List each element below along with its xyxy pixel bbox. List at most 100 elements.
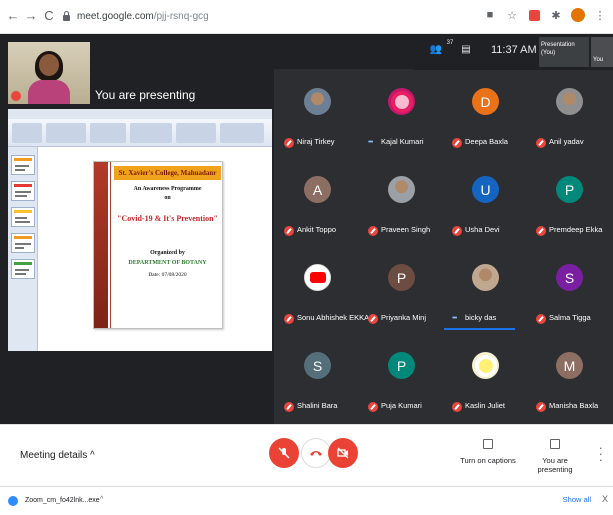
download-item[interactable]: Zoom_cm_fo42lnk...exe bbox=[25, 497, 100, 504]
mic-off-icon bbox=[368, 402, 378, 412]
url-path: /pjj-rsnq-gcg bbox=[153, 10, 209, 22]
participant-name: Deepa Baxla bbox=[465, 137, 508, 146]
participant-tile[interactable]: ••• bicky das bbox=[444, 246, 528, 334]
mic-off-icon bbox=[536, 226, 546, 236]
participant-photo bbox=[556, 88, 583, 115]
slide-organized: Organized by bbox=[150, 250, 185, 256]
captions-button[interactable]: Turn on captions bbox=[458, 439, 518, 465]
participant-tile[interactable]: Anil yadav bbox=[528, 70, 612, 158]
participant-avatar: D bbox=[472, 88, 499, 115]
slide-thumbnail[interactable] bbox=[11, 155, 35, 175]
participant-tile[interactable]: Praveen Singh bbox=[360, 158, 444, 246]
forward-button[interactable]: → bbox=[24, 8, 38, 24]
camera-icon[interactable]: ■ bbox=[483, 8, 497, 22]
participant-tile[interactable]: S Salma Tigga bbox=[528, 246, 612, 334]
lock-icon bbox=[62, 11, 71, 21]
chevron-up-icon[interactable]: ^ bbox=[100, 496, 103, 503]
puzzle-icon[interactable]: ✱ bbox=[549, 8, 563, 22]
download-shelf: Zoom_cm_fo42lnk...exe ^ Show all X bbox=[0, 486, 613, 515]
participant-avatar bbox=[304, 264, 331, 291]
participant-name: Salma Tigga bbox=[549, 313, 591, 322]
more-options-icon[interactable]: · · · bbox=[599, 441, 603, 466]
chat-icon[interactable]: ▤ bbox=[459, 44, 473, 58]
chevron-up-icon: ^ bbox=[90, 450, 95, 461]
youtube-logo-icon bbox=[309, 272, 326, 283]
captions-icon bbox=[483, 439, 493, 449]
participant-tile[interactable]: M Manisha Baxla bbox=[528, 334, 612, 422]
participant-avatar: P bbox=[388, 264, 415, 291]
profile-avatar[interactable] bbox=[571, 8, 585, 22]
reload-button[interactable]: C bbox=[42, 8, 56, 24]
mic-off-icon bbox=[284, 138, 294, 148]
participant-tile[interactable]: P Puja Kumari bbox=[360, 334, 444, 422]
participant-tile[interactable]: D Deepa Baxla bbox=[444, 70, 528, 158]
address-bar[interactable]: meet.google.com/pjj-rsnq-gcg bbox=[62, 6, 502, 26]
leave-call-button[interactable] bbox=[301, 438, 331, 468]
url-host: meet.google.com bbox=[77, 10, 154, 22]
mic-off-icon bbox=[536, 402, 546, 412]
participant-name: Kaslin Juliet bbox=[465, 401, 506, 410]
participant-photo bbox=[472, 264, 499, 291]
mic-off-icon bbox=[284, 402, 294, 412]
participant-name: Anil yadav bbox=[549, 137, 584, 146]
participant-count: 37 bbox=[446, 40, 454, 46]
meeting-stage: You are presenting St. Xavier's College,… bbox=[0, 34, 613, 424]
meeting-details-button[interactable]: Meeting details ^ bbox=[20, 450, 95, 461]
present-button[interactable]: You are presenting bbox=[525, 439, 585, 474]
participant-name: Usha Devi bbox=[465, 225, 500, 234]
slide-thumbnail[interactable] bbox=[11, 259, 35, 279]
self-thumbnail[interactable]: You bbox=[591, 37, 613, 67]
self-video-tile bbox=[8, 42, 90, 104]
camera-toggle-button[interactable] bbox=[328, 438, 358, 468]
slide-thumbnail[interactable] bbox=[11, 181, 35, 201]
close-shelf-button[interactable]: X bbox=[602, 494, 608, 504]
slide-thumbnail[interactable] bbox=[11, 207, 35, 227]
participant-tile[interactable]: A Ankit Toppo bbox=[276, 158, 360, 246]
participant-avatar: S bbox=[304, 352, 331, 379]
participant-tile[interactable]: Kaslin Juliet bbox=[444, 334, 528, 422]
browser-action-icons: ■ ☆ ✱ ⋮ bbox=[483, 8, 607, 22]
participant-tile[interactable]: U Usha Devi bbox=[444, 158, 528, 246]
mic-off-icon bbox=[452, 226, 462, 236]
participant-tile[interactable]: P Priyanka Minj bbox=[360, 246, 444, 334]
presentation-tile[interactable]: Presentation (You) bbox=[539, 37, 589, 67]
extension-icon[interactable] bbox=[527, 8, 541, 22]
participant-tile[interactable]: ••• Kajal Kumari bbox=[360, 70, 444, 158]
participant-name: Premdeep Ekka bbox=[549, 225, 603, 234]
participant-tile[interactable]: P Premdeep Ekka bbox=[528, 158, 612, 246]
participant-tile[interactable]: Niraj Tirkey bbox=[276, 70, 360, 158]
slide-line2: on bbox=[164, 195, 171, 201]
mic-toggle-button[interactable] bbox=[269, 438, 299, 468]
participant-name: Puja Kumari bbox=[381, 401, 422, 410]
participant-name: Manisha Baxla bbox=[549, 401, 599, 410]
camera-off-icon bbox=[337, 447, 349, 459]
mic-off-icon bbox=[368, 314, 378, 324]
participant-name: Ankit Toppo bbox=[297, 225, 337, 234]
presenting-status: You are presenting bbox=[95, 88, 196, 102]
self-thumbnail-label: You bbox=[593, 57, 604, 63]
slide-college: St. Xavier's College, Mahuadanr bbox=[114, 166, 221, 180]
people-icon[interactable]: 👥 bbox=[429, 44, 443, 58]
participant-name: bicky das bbox=[465, 313, 497, 322]
browser-menu-icon[interactable]: ⋮ bbox=[593, 8, 607, 22]
slide-topic: "Covid-19 & It's Prevention" bbox=[117, 214, 218, 223]
bookmark-star-icon[interactable]: ☆ bbox=[505, 8, 519, 22]
participant-name: Shalini Bara bbox=[297, 401, 338, 410]
participant-avatar: M bbox=[556, 352, 583, 379]
back-button[interactable]: ← bbox=[6, 8, 20, 24]
participant-tile[interactable]: S Shalini Bara bbox=[276, 334, 360, 422]
participant-avatar bbox=[388, 88, 415, 115]
active-speaker-bar bbox=[444, 328, 515, 330]
mic-off-icon bbox=[278, 447, 290, 459]
participant-name: Sonu Abhishek EKKA bbox=[297, 313, 370, 322]
mic-off-icon bbox=[536, 314, 546, 324]
participant-tile[interactable]: Sonu Abhishek EKKA bbox=[276, 246, 369, 334]
slide-thumbnail[interactable] bbox=[11, 233, 35, 253]
mic-off-icon bbox=[284, 314, 294, 324]
participant-avatar: U bbox=[472, 176, 499, 203]
speaking-indicator-icon: ••• bbox=[452, 315, 457, 322]
browser-toolbar: ← → C meet.google.com/pjj-rsnq-gcg ■ ☆ ✱… bbox=[0, 0, 613, 34]
meeting-clock: 11:37 AM bbox=[491, 44, 537, 56]
present-screen-icon bbox=[550, 439, 560, 449]
show-all-button[interactable]: Show all bbox=[563, 495, 591, 504]
